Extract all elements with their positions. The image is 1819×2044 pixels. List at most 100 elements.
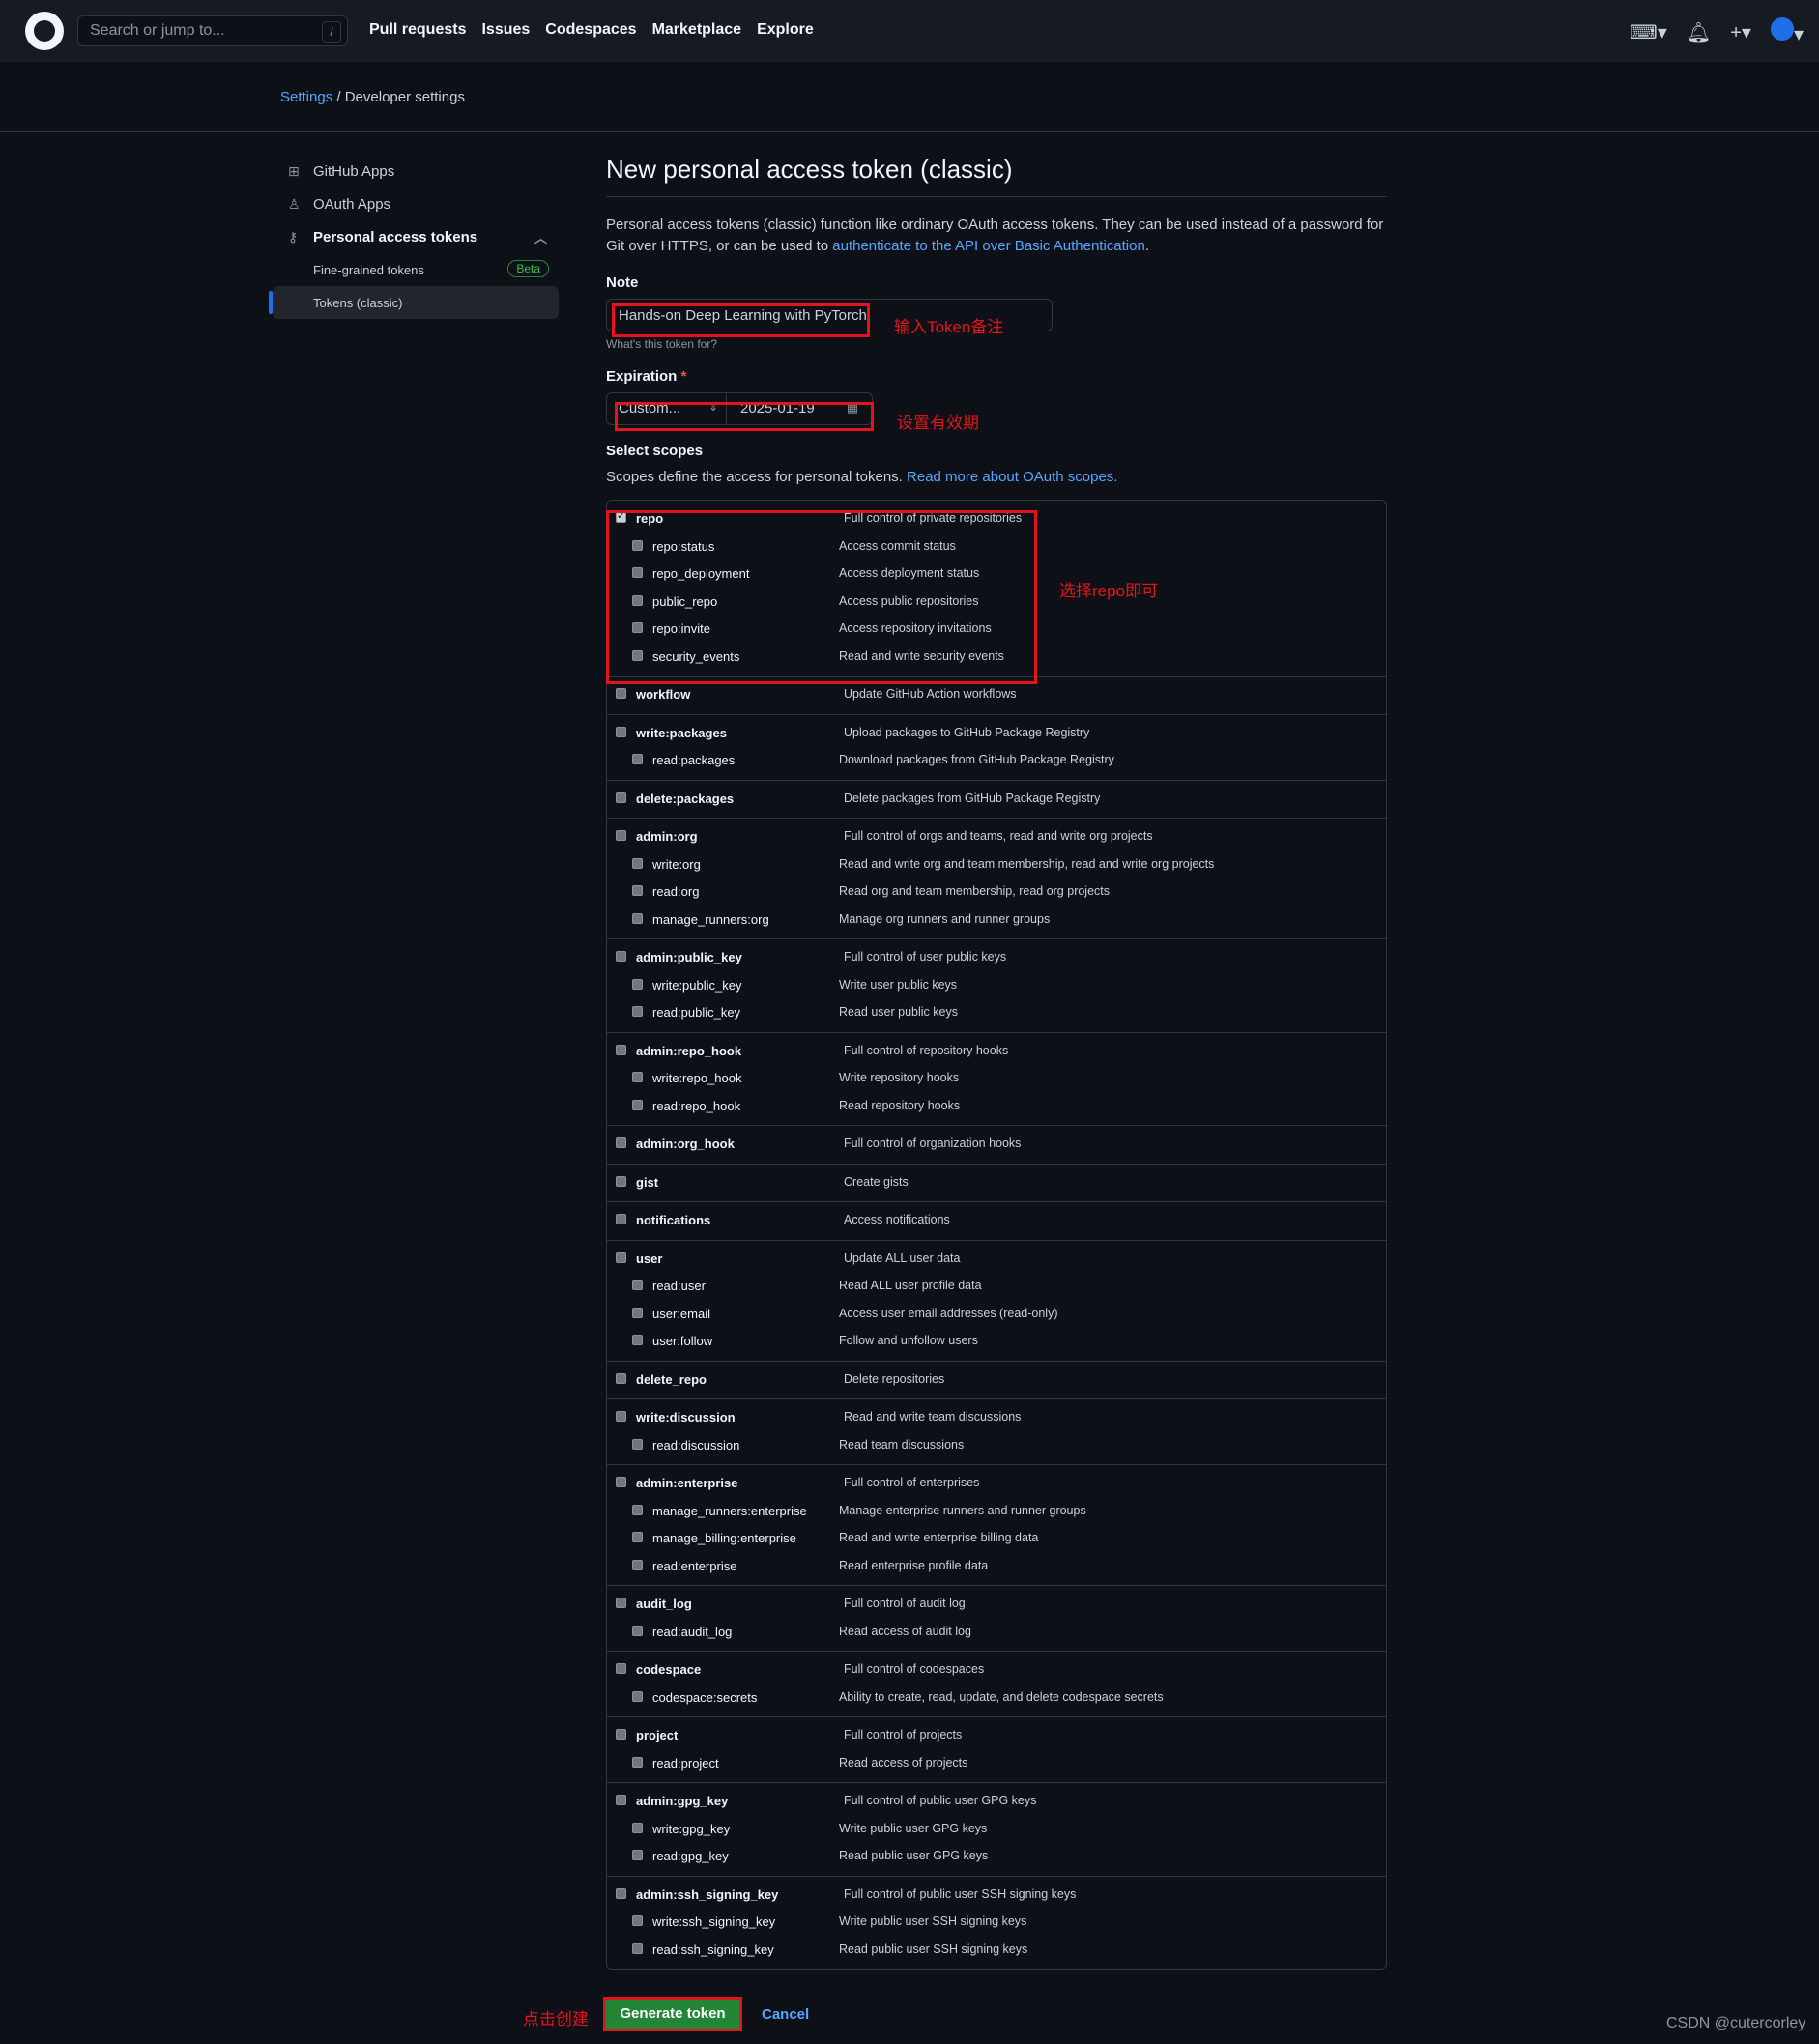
- scope-row[interactable]: audit_log Full control of audit log: [607, 1591, 1386, 1619]
- expiration-select[interactable]: Custom...: [607, 393, 727, 424]
- sidebar-item-personal-access-tokens[interactable]: ⚷ Personal access tokens ︿: [273, 220, 559, 253]
- github-logo-icon[interactable]: [25, 12, 64, 50]
- scope-row[interactable]: write:gpg_key Write public user GPG keys: [607, 1816, 1386, 1844]
- scope-checkbox[interactable]: [632, 567, 643, 578]
- scope-row[interactable]: read:ssh_signing_key Read public user SSH…: [607, 1937, 1386, 1965]
- scope-row[interactable]: read:packages Download packages from GitH…: [607, 747, 1386, 775]
- scope-row[interactable]: read:org Read org and team membership, re…: [607, 878, 1386, 907]
- scope-row[interactable]: read:enterprise Read enterprise profile d…: [607, 1553, 1386, 1581]
- scope-row[interactable]: write:repo_hook Write repository hooks: [607, 1065, 1386, 1093]
- scope-row[interactable]: read:repo_hook Read repository hooks: [607, 1093, 1386, 1121]
- oauth-scopes-link[interactable]: Read more about OAuth scopes.: [907, 469, 1117, 485]
- scope-checkbox[interactable]: [632, 1006, 643, 1017]
- scope-row[interactable]: notifications Access notifications: [607, 1207, 1386, 1235]
- nav-codespaces[interactable]: Codespaces: [545, 21, 636, 39]
- scope-row[interactable]: delete_repo Delete repositories: [607, 1367, 1386, 1395]
- scope-row[interactable]: read:public_key Read user public keys: [607, 999, 1386, 1027]
- scope-checkbox[interactable]: [616, 1729, 626, 1740]
- basic-auth-link[interactable]: authenticate to the API over Basic Authe…: [832, 238, 1145, 254]
- scope-checkbox[interactable]: [616, 688, 626, 699]
- scope-checkbox[interactable]: [616, 1214, 626, 1224]
- scope-checkbox[interactable]: [616, 1252, 626, 1263]
- scope-checkbox[interactable]: [616, 1795, 626, 1805]
- sidebar-item-oauth-apps[interactable]: ♙ OAuth Apps: [273, 187, 559, 220]
- sidebar-item-fine-grained-tokens[interactable]: Fine-grained tokens Beta: [273, 253, 559, 286]
- sidebar-item-tokens-classic[interactable]: Tokens (classic): [269, 286, 559, 319]
- scope-row[interactable]: read:audit_log Read access of audit log: [607, 1619, 1386, 1647]
- avatar[interactable]: ▾: [1770, 17, 1804, 46]
- scope-row[interactable]: repo:invite Access repository invitations: [607, 616, 1386, 644]
- scope-checkbox[interactable]: [616, 1598, 626, 1608]
- scope-row[interactable]: write:public_key Write user public keys: [607, 972, 1386, 1000]
- scope-row[interactable]: repo:status Access commit status: [607, 533, 1386, 561]
- scope-checkbox[interactable]: [616, 726, 626, 737]
- scope-row[interactable]: admin:repo_hook Full control of repositor…: [607, 1038, 1386, 1066]
- scope-checkbox[interactable]: [632, 978, 643, 990]
- scope-checkbox[interactable]: [616, 951, 626, 962]
- scope-row[interactable]: gist Create gists: [607, 1169, 1386, 1197]
- scope-checkbox[interactable]: [632, 1690, 643, 1702]
- scope-checkbox[interactable]: [632, 857, 643, 869]
- scope-checkbox[interactable]: [632, 1559, 643, 1570]
- scope-checkbox[interactable]: [632, 912, 643, 924]
- scope-checkbox[interactable]: [632, 594, 643, 606]
- scope-checkbox[interactable]: [632, 1099, 643, 1110]
- scope-checkbox[interactable]: [632, 1532, 643, 1542]
- scope-row[interactable]: manage_billing:enterprise Read and write …: [607, 1525, 1386, 1553]
- scope-row[interactable]: admin:enterprise Full control of enterpri…: [607, 1470, 1386, 1498]
- scope-row[interactable]: manage_runners:enterprise Manage enterpri…: [607, 1498, 1386, 1526]
- scope-checkbox[interactable]: [616, 1663, 626, 1674]
- scope-row[interactable]: repo Full control of private repositories: [607, 505, 1386, 533]
- scope-checkbox[interactable]: [616, 1372, 626, 1384]
- cancel-link[interactable]: Cancel: [762, 2006, 809, 2023]
- scope-checkbox[interactable]: [616, 1887, 626, 1899]
- scope-checkbox[interactable]: [632, 1756, 643, 1768]
- scope-row[interactable]: repo_deployment Access deployment status: [607, 561, 1386, 589]
- scope-row[interactable]: read:project Read access of projects: [607, 1750, 1386, 1778]
- scope-checkbox[interactable]: [632, 649, 643, 661]
- scope-checkbox[interactable]: [632, 1822, 643, 1833]
- scope-row[interactable]: admin:public_key Full control of user pub…: [607, 944, 1386, 972]
- scope-row[interactable]: project Full control of projects: [607, 1722, 1386, 1750]
- scope-row[interactable]: codespace Full control of codespaces: [607, 1656, 1386, 1684]
- scope-checkbox[interactable]: [632, 1943, 643, 1954]
- sidebar-item-github-apps[interactable]: ⊞ GitHub Apps: [273, 155, 559, 187]
- scope-checkbox[interactable]: [616, 830, 626, 841]
- bell-icon[interactable]: 🔔︎: [1687, 20, 1711, 44]
- scope-checkbox[interactable]: [632, 1280, 643, 1290]
- scope-checkbox[interactable]: [616, 1175, 626, 1187]
- scope-checkbox[interactable]: [632, 754, 643, 764]
- scope-row[interactable]: security_events Read and write security e…: [607, 644, 1386, 672]
- nav-explore[interactable]: Explore: [757, 21, 814, 39]
- scope-checkbox[interactable]: [632, 1915, 643, 1926]
- scope-checkbox[interactable]: [616, 1137, 626, 1148]
- scope-row[interactable]: read:user Read ALL user profile data: [607, 1273, 1386, 1301]
- search-input[interactable]: Search or jump to... /: [77, 15, 348, 46]
- scope-row[interactable]: workflow Update GitHub Action workflows: [607, 681, 1386, 709]
- scope-row[interactable]: admin:org_hook Full control of organizati…: [607, 1131, 1386, 1159]
- scope-checkbox[interactable]: [632, 622, 643, 633]
- terminal-icon[interactable]: ⌨▾: [1630, 20, 1667, 44]
- plus-icon[interactable]: +▾: [1730, 20, 1751, 44]
- scope-row[interactable]: user:follow Follow and unfollow users: [607, 1328, 1386, 1356]
- scope-row[interactable]: codespace:secrets Ability to create, read…: [607, 1684, 1386, 1713]
- scope-row[interactable]: public_repo Access public repositories: [607, 589, 1386, 617]
- scope-row[interactable]: admin:org Full control of orgs and teams,…: [607, 823, 1386, 851]
- expiration-date-input[interactable]: 2025-01-19: [727, 393, 872, 424]
- scope-checkbox[interactable]: [632, 1504, 643, 1515]
- scope-checkbox[interactable]: [632, 885, 643, 896]
- scope-row[interactable]: write:discussion Read and write team disc…: [607, 1404, 1386, 1432]
- scope-row[interactable]: write:packages Upload packages to GitHub …: [607, 720, 1386, 748]
- scope-checkbox[interactable]: [616, 1477, 626, 1487]
- scope-row[interactable]: admin:gpg_key Full control of public user…: [607, 1788, 1386, 1816]
- scope-row[interactable]: write:org Read and write org and team mem…: [607, 851, 1386, 879]
- scope-row[interactable]: user Update ALL user data: [607, 1246, 1386, 1274]
- scope-checkbox[interactable]: [632, 1625, 643, 1636]
- breadcrumb-settings-link[interactable]: Settings: [280, 89, 332, 105]
- scope-row[interactable]: read:gpg_key Read public user GPG keys: [607, 1843, 1386, 1871]
- scope-row[interactable]: admin:ssh_signing_key Full control of pub…: [607, 1882, 1386, 1910]
- scope-checkbox[interactable]: [632, 1335, 643, 1345]
- scope-checkbox[interactable]: [632, 1438, 643, 1450]
- nav-pull-requests[interactable]: Pull requests: [369, 21, 466, 39]
- scope-row[interactable]: manage_runners:org Manage org runners and…: [607, 907, 1386, 935]
